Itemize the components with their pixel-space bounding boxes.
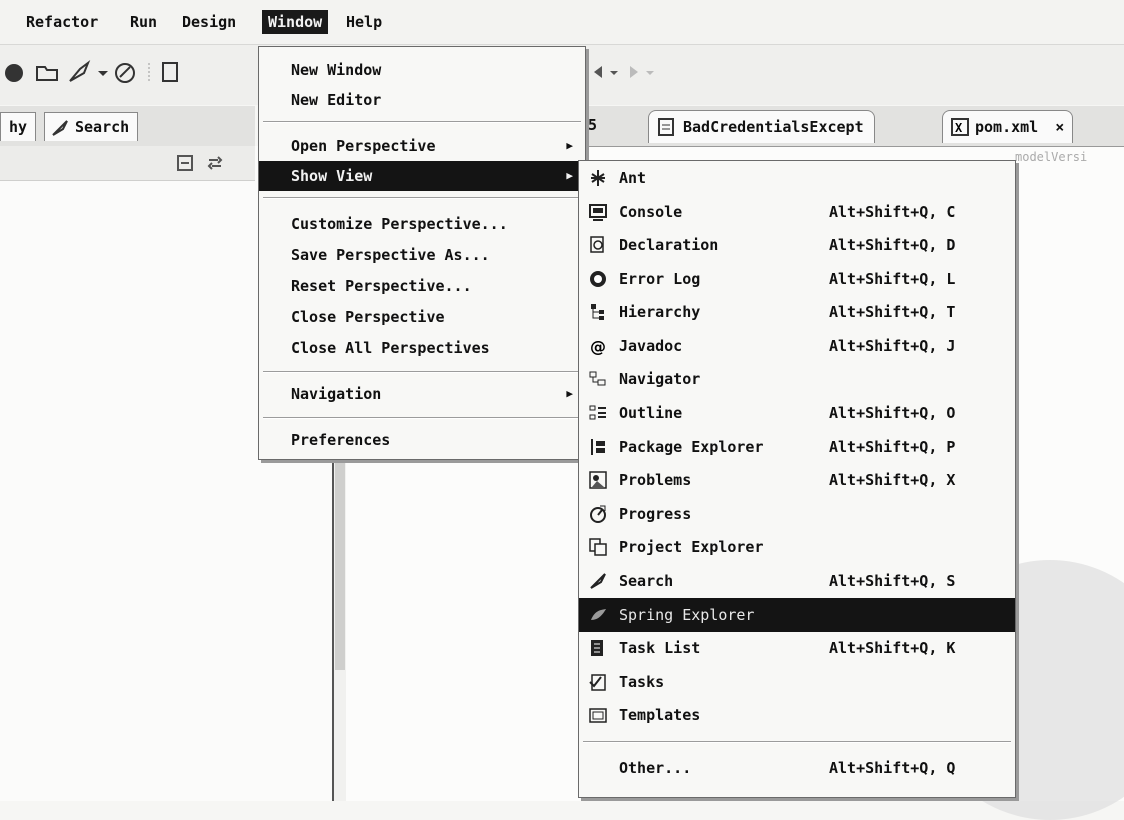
tasks-icon — [589, 673, 607, 691]
menu-separator — [263, 121, 581, 123]
menu-item-close-all-perspectives[interactable]: Close All Perspectives — [259, 333, 585, 363]
search-icon — [589, 572, 607, 590]
package-explorer-icon — [589, 438, 607, 456]
progress-icon — [589, 505, 607, 523]
navigator-icon — [589, 370, 607, 388]
menu-item-save-perspective-as[interactable]: Save Perspective As... — [259, 240, 585, 270]
tab-bad-credentials[interactable]: BadCredentialsExcept — [648, 110, 875, 143]
templates-icon — [589, 706, 607, 724]
view-item-problems[interactable]: Problems Alt+Shift+Q, X — [579, 463, 1015, 497]
collapse-all-icon[interactable] — [176, 154, 194, 172]
toolbar-separator — [146, 59, 152, 85]
tab-search-label: Search — [75, 118, 130, 136]
svg-text:@: @ — [590, 337, 606, 355]
view-item-search[interactable]: Search Alt+Shift+Q, S — [579, 564, 1015, 598]
view-item-hierarchy[interactable]: Hierarchy Alt+Shift+Q, T — [579, 295, 1015, 329]
console-icon — [589, 203, 607, 221]
chevron-down-icon[interactable] — [96, 59, 110, 85]
view-item-progress[interactable]: Progress — [579, 497, 1015, 531]
view-item-tasks[interactable]: Tasks — [579, 665, 1015, 699]
svg-text:X: X — [955, 121, 963, 135]
open-folder-icon[interactable] — [34, 59, 60, 85]
menu-item-customize-perspective[interactable]: Customize Perspective... — [259, 209, 585, 239]
view-item-project-explorer[interactable]: Project Explorer — [579, 530, 1015, 564]
menu-run[interactable]: Run — [124, 10, 163, 34]
editor-tab-bar: 5 BadCredentialsExcept X pom.xml ⨯ — [588, 106, 1124, 147]
view-item-ant[interactable]: Ant — [579, 161, 1015, 195]
tab-search[interactable]: Search — [44, 112, 139, 141]
scrollbar-thumb[interactable] — [335, 460, 345, 670]
submenu-arrow-icon: ▶ — [566, 387, 573, 400]
close-icon[interactable]: ⨯ — [1055, 111, 1064, 143]
submenu-arrow-icon: ▶ — [566, 169, 573, 182]
outline-icon — [589, 404, 607, 422]
menu-refactor[interactable]: Refactor — [20, 10, 104, 34]
view-item-spring-explorer[interactable]: Spring Explorer — [579, 598, 1015, 632]
ant-icon — [589, 169, 607, 187]
search-icon — [51, 119, 69, 137]
submenu-arrow-icon: ▶ — [566, 139, 573, 152]
java-file-icon — [657, 118, 675, 136]
editor-text: modelVersi — [1015, 150, 1088, 164]
menu-item-show-view[interactable]: Show View ▶ — [259, 161, 585, 191]
show-view-submenu: Ant Console Alt+Shift+Q, C Declaration A… — [578, 160, 1016, 798]
menu-separator — [263, 417, 581, 419]
view-item-task-list[interactable]: Task List Alt+Shift+Q, K — [579, 631, 1015, 665]
problems-icon — [589, 471, 607, 489]
menu-item-new-editor[interactable]: New Editor — [259, 85, 585, 115]
menu-item-new-window[interactable]: New Window — [259, 55, 585, 85]
left-pane-toolbar — [0, 146, 255, 181]
window-menu: New Window New Editor Open Perspective ▶… — [258, 46, 586, 460]
task-list-icon — [589, 639, 607, 657]
menu-item-close-perspective[interactable]: Close Perspective — [259, 302, 585, 332]
menu-separator — [583, 741, 1011, 743]
menu-design[interactable]: Design — [176, 10, 242, 34]
menu-separator — [263, 371, 581, 373]
declaration-icon — [589, 236, 607, 254]
xml-file-icon: X — [951, 118, 969, 136]
link-editor-icon[interactable] — [206, 154, 224, 172]
view-item-error-log[interactable]: Error Log Alt+Shift+Q, L — [579, 262, 1015, 296]
menu-help[interactable]: Help — [340, 10, 388, 34]
project-explorer-icon — [589, 538, 607, 556]
view-item-navigator[interactable]: Navigator — [579, 362, 1015, 396]
menu-item-navigation[interactable]: Navigation ▶ — [259, 379, 585, 409]
menu-separator — [263, 197, 581, 199]
back-forward-icon[interactable] — [588, 59, 658, 85]
menu-bar: Refactor Run Design Window Help — [0, 0, 1124, 45]
page-icon[interactable] — [158, 59, 184, 85]
view-item-declaration[interactable]: Declaration Alt+Shift+Q, D — [579, 228, 1015, 262]
javadoc-icon: @ — [589, 337, 607, 355]
open-type-icon[interactable] — [2, 59, 28, 85]
menu-item-open-perspective[interactable]: Open Perspective ▶ — [259, 131, 585, 161]
tab-label: BadCredentialsExcept — [683, 118, 864, 136]
view-item-javadoc[interactable]: @ Javadoc Alt+Shift+Q, J — [579, 329, 1015, 363]
view-item-outline[interactable]: Outline Alt+Shift+Q, O — [579, 396, 1015, 430]
tab-label: pom.xml — [975, 118, 1039, 136]
view-item-other[interactable]: Other... Alt+Shift+Q, Q — [579, 751, 1015, 785]
tab-pom-xml[interactable]: X pom.xml ⨯ — [942, 110, 1074, 143]
edit-icon[interactable] — [112, 59, 138, 85]
search-toolbar-icon[interactable] — [66, 59, 92, 85]
menu-item-preferences[interactable]: Preferences — [259, 425, 585, 455]
tab-hierarchy[interactable]: hy — [0, 112, 37, 141]
menu-item-reset-perspective[interactable]: Reset Perspective... — [259, 271, 585, 301]
tab-partial-number[interactable]: 5 — [588, 116, 597, 134]
hierarchy-icon — [589, 303, 607, 321]
error-log-icon — [589, 270, 607, 288]
view-tab-bar: hy Search — [0, 106, 255, 147]
view-item-console[interactable]: Console Alt+Shift+Q, C — [579, 195, 1015, 229]
spring-explorer-icon — [589, 606, 607, 624]
menu-window[interactable]: Window — [262, 10, 329, 34]
view-item-package-explorer[interactable]: Package Explorer Alt+Shift+Q, P — [579, 430, 1015, 464]
view-item-templates[interactable]: Templates — [579, 698, 1015, 732]
